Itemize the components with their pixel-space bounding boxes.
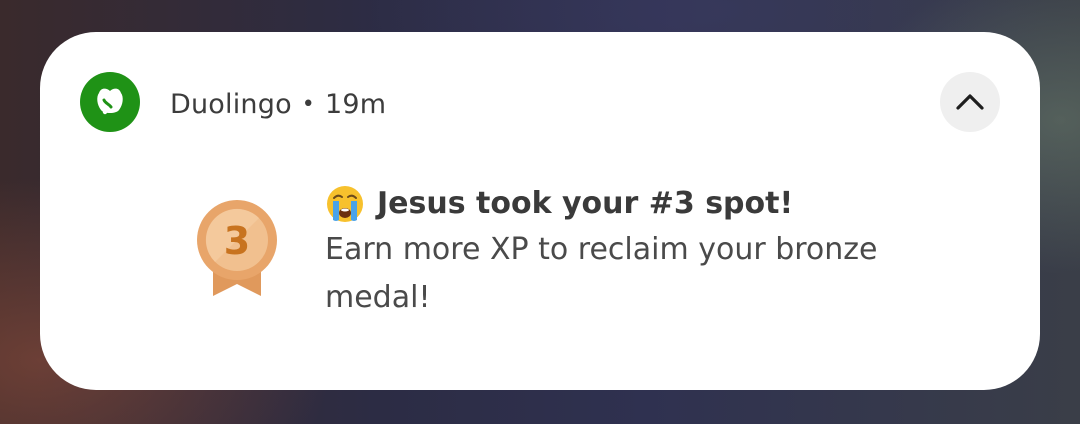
- notification-body: Earn more XP to reclaim your bronze meda…: [325, 232, 878, 315]
- medal-number: 3: [224, 219, 250, 263]
- collapse-button[interactable]: [940, 72, 1000, 132]
- bronze-medal-icon: 3: [197, 200, 277, 296]
- notification-title: Jesus took your #3 spot!: [377, 186, 794, 221]
- notification-time: 19m: [324, 88, 387, 120]
- notification-header: Duolingo • 19m: [170, 84, 386, 124]
- app-name: Duolingo: [170, 88, 292, 120]
- duolingo-app-icon: [80, 72, 140, 132]
- chevron-up-icon: [956, 94, 984, 110]
- header-separator: •: [301, 91, 315, 117]
- notification-content: Jesus took your #3 spot! Earn more XP to…: [325, 182, 965, 322]
- notification-title-row: Jesus took your #3 spot!: [325, 182, 965, 226]
- duolingo-owl-icon: [97, 88, 123, 115]
- notification-card[interactable]: Duolingo • 19m 3 Jesus took your #3 spot…: [40, 32, 1040, 390]
- crying-face-emoji-icon: [327, 186, 363, 222]
